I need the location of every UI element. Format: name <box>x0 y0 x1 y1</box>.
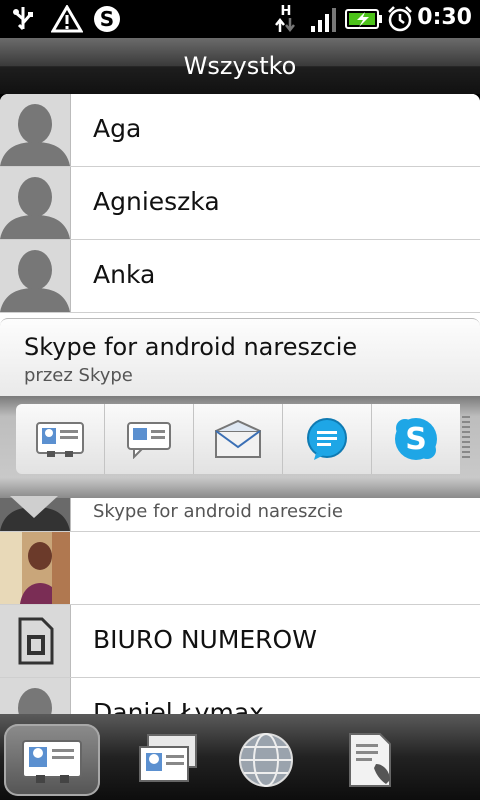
contact-name: Anka <box>93 260 156 289</box>
battery-charging-icon <box>344 4 384 34</box>
photo-avatar-icon <box>0 532 70 604</box>
call-history-icon <box>349 733 391 787</box>
popup-subtitle: przez Skype <box>24 365 133 386</box>
tab-contacts[interactable] <box>4 724 100 796</box>
signal-icon <box>308 4 340 34</box>
list-item[interactable]: Agnieszka <box>0 167 480 240</box>
popup-pointer <box>10 496 58 518</box>
message-button[interactable] <box>105 404 194 474</box>
scroll-grip-icon[interactable] <box>462 416 470 460</box>
contact-name: Agnieszka <box>93 187 220 216</box>
action-strip: S <box>16 404 460 474</box>
list-item[interactable] <box>0 532 480 605</box>
popup-title: Skype for android nareszcie <box>24 333 358 361</box>
default-avatar-icon <box>0 678 71 714</box>
contact-status: Skype for android nareszcie <box>93 501 343 522</box>
email-icon <box>215 419 261 458</box>
groups-icon <box>139 734 197 782</box>
page-title: Wszystko <box>183 52 297 80</box>
title-bar: Wszystko <box>0 38 480 94</box>
alarm-icon <box>386 4 414 34</box>
list-item[interactable]: Daniel Łymax <box>0 678 480 714</box>
contact-name: BIURO NUMEROW <box>93 625 317 654</box>
contact-card-icon <box>36 422 84 457</box>
bottom-tab-bar <box>0 714 480 800</box>
contact-card-button[interactable] <box>16 404 105 474</box>
tab-call-history[interactable] <box>322 724 418 796</box>
globe-icon <box>239 733 293 787</box>
contact-name: Aga <box>93 114 142 143</box>
tab-online[interactable] <box>218 724 314 796</box>
svg-text:S: S <box>100 7 114 31</box>
status-time: 0:30 <box>417 5 472 30</box>
skype-button[interactable]: S <box>372 404 460 474</box>
skype-status-icon: S <box>92 4 122 34</box>
network-arrows-icon: H <box>272 4 300 34</box>
status-bar: S H 0:30 <box>0 0 480 38</box>
chat-bubble-icon <box>307 418 347 460</box>
popup-header: Skype for android nareszcie przez Skype <box>0 318 480 397</box>
skype-icon: S <box>395 418 437 460</box>
list-item[interactable]: Aga <box>0 94 480 167</box>
email-button[interactable] <box>194 404 283 474</box>
network-type-label: H <box>280 4 292 19</box>
sim-card-icon <box>0 605 71 677</box>
quick-contact-popup[interactable]: Skype for android nareszcie przez Skype … <box>0 318 480 498</box>
list-item[interactable]: Anka <box>0 240 480 313</box>
usb-icon <box>8 4 38 34</box>
default-avatar-icon <box>0 240 71 312</box>
tab-groups[interactable] <box>120 724 216 796</box>
contact-card-icon <box>22 740 82 783</box>
svg-text:S: S <box>405 422 427 457</box>
message-icon <box>127 422 171 459</box>
list-item[interactable]: BIURO NUMEROW <box>0 605 480 678</box>
warning-icon <box>50 4 84 34</box>
default-avatar-icon <box>0 94 71 166</box>
contact-name: Daniel Łymax <box>93 698 264 714</box>
popup-actions: S <box>0 396 480 498</box>
default-avatar-icon <box>0 167 71 239</box>
chat-button[interactable] <box>283 404 372 474</box>
